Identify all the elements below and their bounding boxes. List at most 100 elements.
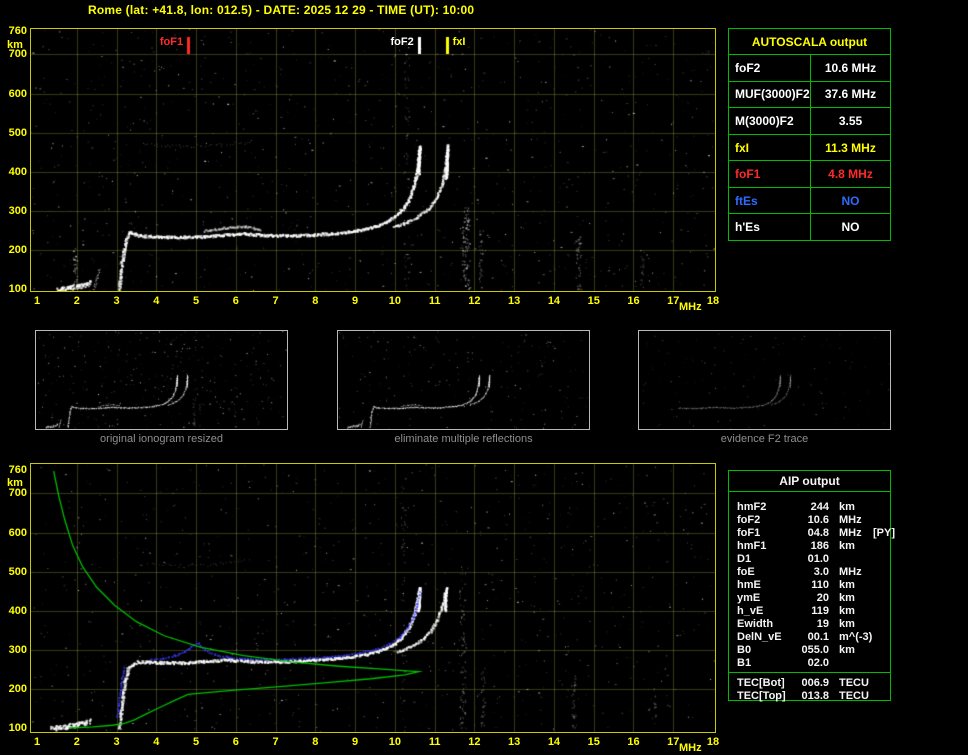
aip-value: 110 (793, 579, 829, 591)
autoscala-row-h'Es: h'EsNO (729, 213, 890, 240)
autoscala-row-foF2: foF210.6 MHz (729, 54, 890, 81)
aip-row-Ewidth: Ewidth19km (729, 617, 890, 630)
aip-label: hmE (737, 579, 793, 591)
y-tick-label: 200 (0, 683, 27, 695)
thumbnail-f2-canvas (639, 331, 890, 429)
aip-unit: km (829, 501, 869, 513)
x-tick-label: 11 (425, 295, 445, 307)
x-tick-label: 2 (67, 295, 87, 307)
thumbnail-f2-evidence (638, 330, 891, 430)
x-tick-label: 13 (504, 736, 524, 748)
autoscala-output-table: AUTOSCALA output foF210.6 MHzMUF(3000)F2… (728, 28, 891, 241)
x-tick-label: 6 (226, 295, 246, 307)
x-tick-label: 15 (584, 295, 604, 307)
x-tick-label: 4 (146, 295, 166, 307)
x-tick-label: 15 (584, 736, 604, 748)
aip-unit: MHz (829, 527, 869, 539)
aip-value: 00.1 (793, 631, 829, 643)
top-ionogram-canvas (31, 29, 715, 291)
x-tick-label: 13 (504, 295, 524, 307)
aip-row-D1: D101.0 (729, 552, 890, 565)
y-tick-label: 300 (0, 205, 27, 217)
aip-value: 013.8 (793, 690, 829, 702)
aip-label: D1 (737, 553, 793, 565)
y-tick-label: 500 (0, 127, 27, 139)
aip-label: hmF2 (737, 501, 793, 513)
x-tick-label: 17 (663, 736, 683, 748)
marker-label-foF1: foF1 (147, 36, 183, 48)
aip-value: 20 (793, 592, 829, 604)
autoscala-row-MUF(3000)F2: MUF(3000)F237.6 MHz (729, 81, 890, 108)
aip-label: foF1 (737, 527, 793, 539)
thumbnail-original-canvas (36, 331, 287, 429)
autoscala-row-ftEs: ftEsNO (729, 187, 890, 214)
y-tick-label: 300 (0, 644, 27, 656)
x-tick-label: 1 (27, 295, 47, 307)
aip-unit: MHz (829, 566, 869, 578)
autoscala-row-label: M(3000)F2 (729, 108, 811, 134)
aip-value: 3.0 (793, 566, 829, 578)
autoscala-row-value: 10.6 MHz (811, 55, 890, 81)
aip-value: 02.0 (793, 657, 829, 669)
autoscala-row-label: foF1 (729, 161, 811, 187)
aip-value: 04.8 (793, 527, 829, 539)
aip-row-hmE: hmE110km (729, 578, 890, 591)
x-tick-label: 5 (186, 295, 206, 307)
aip-value: 006.9 (793, 677, 829, 689)
y-tick-label: 700 (0, 487, 27, 499)
aip-row-DelN_vE: DelN_vE00.1m^(-3) (729, 630, 890, 643)
x-tick-label: 10 (385, 295, 405, 307)
top-ionogram-plot (30, 28, 716, 292)
aip-unit: km (829, 644, 869, 656)
y-tick-label: 200 (0, 244, 27, 256)
x-tick-label: 6 (226, 736, 246, 748)
aip-output-table: AIP output hmF2244kmfoF210.6MHzfoF104.8M… (728, 470, 891, 701)
aip-table-title: AIP output (729, 471, 890, 492)
aip-unit: km (829, 618, 869, 630)
x-tick-label: 14 (544, 295, 564, 307)
aip-label: foE (737, 566, 793, 578)
aip-label: Ewidth (737, 618, 793, 630)
y-tick-label: 760 (0, 464, 27, 476)
aip-unit: m^(-3) (829, 631, 869, 643)
aip-unit: MHz (829, 514, 869, 526)
autoscala-row-value: 3.55 (811, 108, 890, 134)
autoscala-row-value: NO (811, 214, 890, 240)
x-tick-label: 1 (27, 736, 47, 748)
bottom-ionogram-plot (30, 463, 716, 733)
aip-row-h_vE: h_vE119km (729, 604, 890, 617)
autoscala-row-M(3000)F2: M(3000)F23.55 (729, 107, 890, 134)
aip-row-B0: B0055.0km (729, 643, 890, 656)
x-tick-label: 12 (464, 295, 484, 307)
y-tick-label: 700 (0, 48, 27, 60)
aip-note: [PY] (869, 527, 895, 539)
x-tick-label: 3 (107, 295, 127, 307)
aip-unit: km (829, 579, 869, 591)
y-tick-label: 500 (0, 566, 27, 578)
aip-value: 01.0 (793, 553, 829, 565)
x-tick-label: 12 (464, 736, 484, 748)
aip-label: foF2 (737, 514, 793, 526)
autoscala-row-label: h'Es (729, 214, 811, 240)
x-tick-label: 9 (345, 295, 365, 307)
x-tick-label: 8 (305, 295, 325, 307)
aip-row-B1: B102.0 (729, 656, 890, 669)
aip-value: 186 (793, 540, 829, 552)
aip-label: TEC[Bot] (737, 677, 793, 689)
autoscala-row-value: 37.6 MHz (811, 82, 890, 108)
thumbnail-original-ionogram (35, 330, 288, 430)
aip-label: B0 (737, 644, 793, 656)
aip-row-TEC[Bot]: TEC[Bot]006.9TECU (729, 676, 890, 689)
aip-row-foF2: foF210.6MHz (729, 513, 890, 526)
y-tick-label: 400 (0, 166, 27, 178)
thumbnail-caption-reflections: eliminate multiple reflections (337, 433, 590, 445)
aip-unit: TECU (829, 677, 869, 689)
aip-value: 119 (793, 605, 829, 617)
x-tick-label: 16 (623, 295, 643, 307)
autoscala-row-value: NO (811, 188, 890, 214)
aip-label: DelN_vE (737, 631, 793, 643)
aip-row-TEC[Top]: TEC[Top]013.8TECU (729, 689, 890, 702)
page-title: Rome (lat: +41.8, lon: 012.5) - DATE: 20… (88, 3, 474, 17)
aip-row-hmF2: hmF2244km (729, 500, 890, 513)
x-tick-label: 3 (107, 736, 127, 748)
